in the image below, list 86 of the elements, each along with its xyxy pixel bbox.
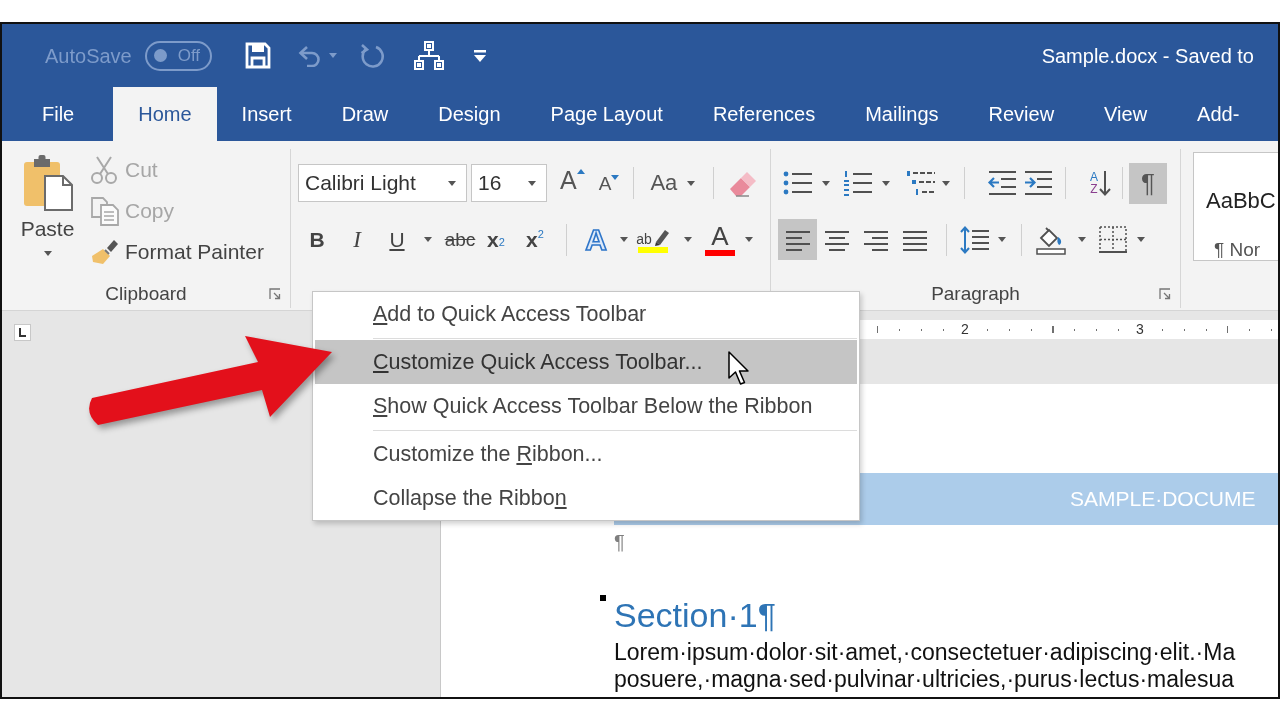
menu-item[interactable]: Add to Quick Access Toolbar: [315, 292, 857, 336]
tab-selector-icon[interactable]: [14, 324, 31, 341]
group-label: Clipboard: [105, 282, 187, 306]
caret-icon[interactable]: [1137, 237, 1145, 242]
sort-button[interactable]: A Z: [1090, 170, 1111, 196]
caret-icon[interactable]: [1078, 237, 1086, 242]
paint-bucket-icon[interactable]: [1035, 224, 1069, 255]
caret-icon: [528, 180, 536, 186]
caret-icon[interactable]: [942, 180, 950, 186]
align-right-icon: [862, 228, 889, 251]
arrow-down-icon: [1099, 170, 1111, 196]
ribbon-tab[interactable]: Review: [963, 87, 1080, 141]
caret-icon[interactable]: [822, 180, 830, 186]
paragraph-square-icon: [600, 595, 606, 601]
caret-icon: [448, 180, 456, 186]
menu-item[interactable]: Customize Quick Access Toolbar...: [315, 340, 857, 384]
underline-button[interactable]: U: [382, 221, 412, 258]
increase-indent-icon[interactable]: [1023, 170, 1053, 196]
multilevel-list-icon[interactable]: [906, 170, 936, 196]
align-left-icon: [784, 228, 811, 251]
section-heading: Section·1¶: [614, 595, 776, 635]
style-name: ¶ Nor: [1214, 238, 1262, 262]
font-size-dropdown[interactable]: 16: [471, 164, 547, 202]
ribbon-tab[interactable]: Design: [413, 87, 526, 141]
ribbon-tab[interactable]: Draw: [316, 87, 414, 141]
caret-icon[interactable]: [424, 237, 432, 242]
caret-icon[interactable]: [684, 237, 692, 242]
dialog-launcher-icon[interactable]: [1159, 288, 1171, 301]
show-marks-button[interactable]: ¶: [1129, 162, 1167, 204]
toggle-knob-icon: [153, 49, 167, 62]
scissors-icon: [90, 154, 120, 185]
menu-item[interactable]: Customize the Ribbon...: [315, 432, 857, 476]
autosave-label: AutoSave: [45, 43, 132, 69]
line-spacing-icon[interactable]: [960, 225, 990, 254]
bullet-list-icon[interactable]: [783, 170, 813, 196]
clipboard-icon: [21, 154, 74, 211]
ribbon-tab[interactable]: References: [687, 87, 841, 141]
caret-icon[interactable]: [882, 180, 890, 186]
dialog-launcher-icon[interactable]: [269, 288, 281, 301]
document-title: SAMPLE·DOCUME: [1070, 486, 1256, 513]
style-preview: AaBbC: [1206, 187, 1277, 215]
bold-button[interactable]: B: [300, 221, 334, 258]
ribbon-tab[interactable]: Mailings: [840, 87, 964, 141]
grow-font-button[interactable]: A: [560, 168, 585, 198]
ribbon-tab[interactable]: File: [17, 87, 100, 141]
copy-icon: [90, 195, 120, 226]
highlight-button[interactable]: ab: [637, 226, 669, 253]
align-center-icon: [823, 228, 850, 251]
font-color-button[interactable]: A: [705, 223, 735, 256]
align-justify-icon: [901, 228, 928, 251]
align-left-button[interactable]: [778, 219, 817, 260]
menu-item[interactable]: Show Quick Access Toolbar Below the Ribbon: [315, 384, 857, 428]
caret-icon[interactable]: [620, 237, 628, 242]
save-icon[interactable]: [244, 42, 271, 69]
body-text-line: Lorem·ipsum·dolor·sit·amet,·consectetuer·adipiscing·elit.·Ma: [614, 639, 1237, 666]
body-text-line: posuere,·magna·sed·pulvinar·ultricies,·purus·lectus·malesua: [614, 666, 1235, 693]
numbered-list-icon[interactable]: [843, 170, 873, 196]
caret-icon: [687, 180, 696, 186]
caret-icon[interactable]: [998, 237, 1006, 242]
ribbon-tab[interactable]: Add-: [1172, 87, 1265, 141]
caret-icon: [43, 251, 52, 256]
format-painter-button[interactable]: Format Painter: [90, 231, 264, 272]
group-label: Paragraph: [931, 282, 1020, 306]
dotted-grid-icon[interactable]: [1098, 224, 1128, 255]
ribbon-tab[interactable]: Page Layout: [525, 87, 688, 141]
paragraph-mark: ¶: [614, 530, 625, 554]
window-title: Sample.docx - Saved to: [1041, 43, 1255, 69]
paste-button[interactable]: Paste: [15, 149, 80, 256]
superscript-button[interactable]: x$^{2}$: [517, 221, 553, 258]
decrease-indent-icon[interactable]: [987, 170, 1017, 196]
italic-button[interactable]: I: [340, 221, 374, 258]
caret-icon[interactable]: [745, 237, 753, 242]
ribbon-tab[interactable]: View: [1079, 87, 1173, 141]
strikethrough-button[interactable]: abc: [442, 221, 478, 258]
toolbar-menu-icon[interactable]: [472, 48, 487, 63]
menu-item[interactable]: Collapse the Ribbon: [315, 476, 857, 520]
shrink-font-button[interactable]: A: [598, 168, 620, 198]
triangle-up-icon: [576, 169, 585, 174]
mouse-pointer-icon: [728, 351, 751, 386]
hierarchy-icon[interactable]: [413, 40, 444, 71]
triangle-down-icon: [611, 175, 620, 180]
ribbon-tab[interactable]: Insert: [216, 87, 317, 141]
change-case-button[interactable]: Aa: [650, 172, 696, 194]
style-gallery[interactable]: AaBbC ¶ Nor: [1193, 152, 1278, 261]
font-name-dropdown[interactable]: Calibri Light: [298, 164, 467, 202]
ribbon-tab[interactable]: Home: [113, 87, 217, 141]
